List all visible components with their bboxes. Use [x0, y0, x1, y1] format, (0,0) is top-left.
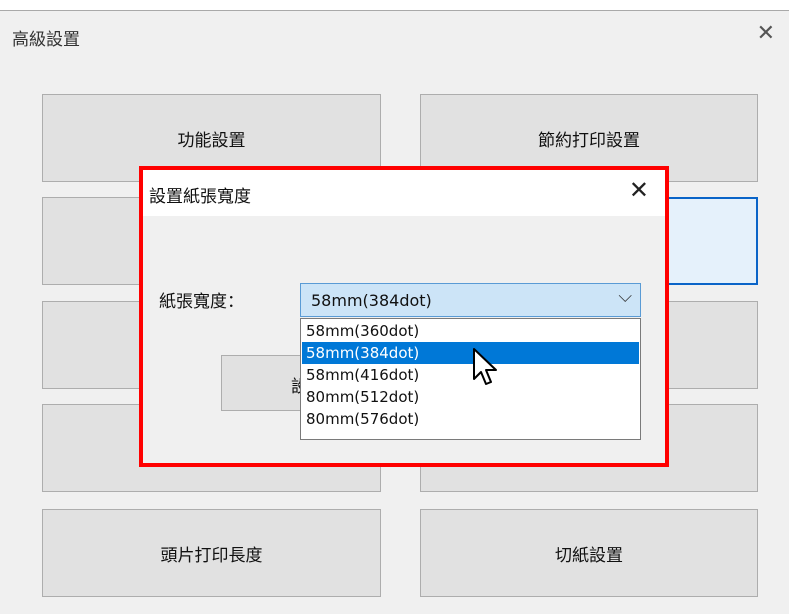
cut-paper-settings-button[interactable]: 切紙設置 [420, 509, 758, 597]
cut-paper-settings-label: 切紙設置 [555, 545, 623, 566]
window-title: 高級設置 [12, 30, 80, 50]
pointer-cursor-icon [473, 348, 497, 385]
header-print-length-button[interactable]: 頭片打印長度 [42, 509, 381, 597]
save-print-settings-label: 節約打印設置 [538, 130, 640, 151]
header-print-length-label: 頭片打印長度 [160, 545, 263, 566]
function-settings-label: 功能設置 [177, 130, 246, 151]
close-icon[interactable]: ✕ [757, 21, 775, 46]
highlight-frame [139, 166, 669, 467]
